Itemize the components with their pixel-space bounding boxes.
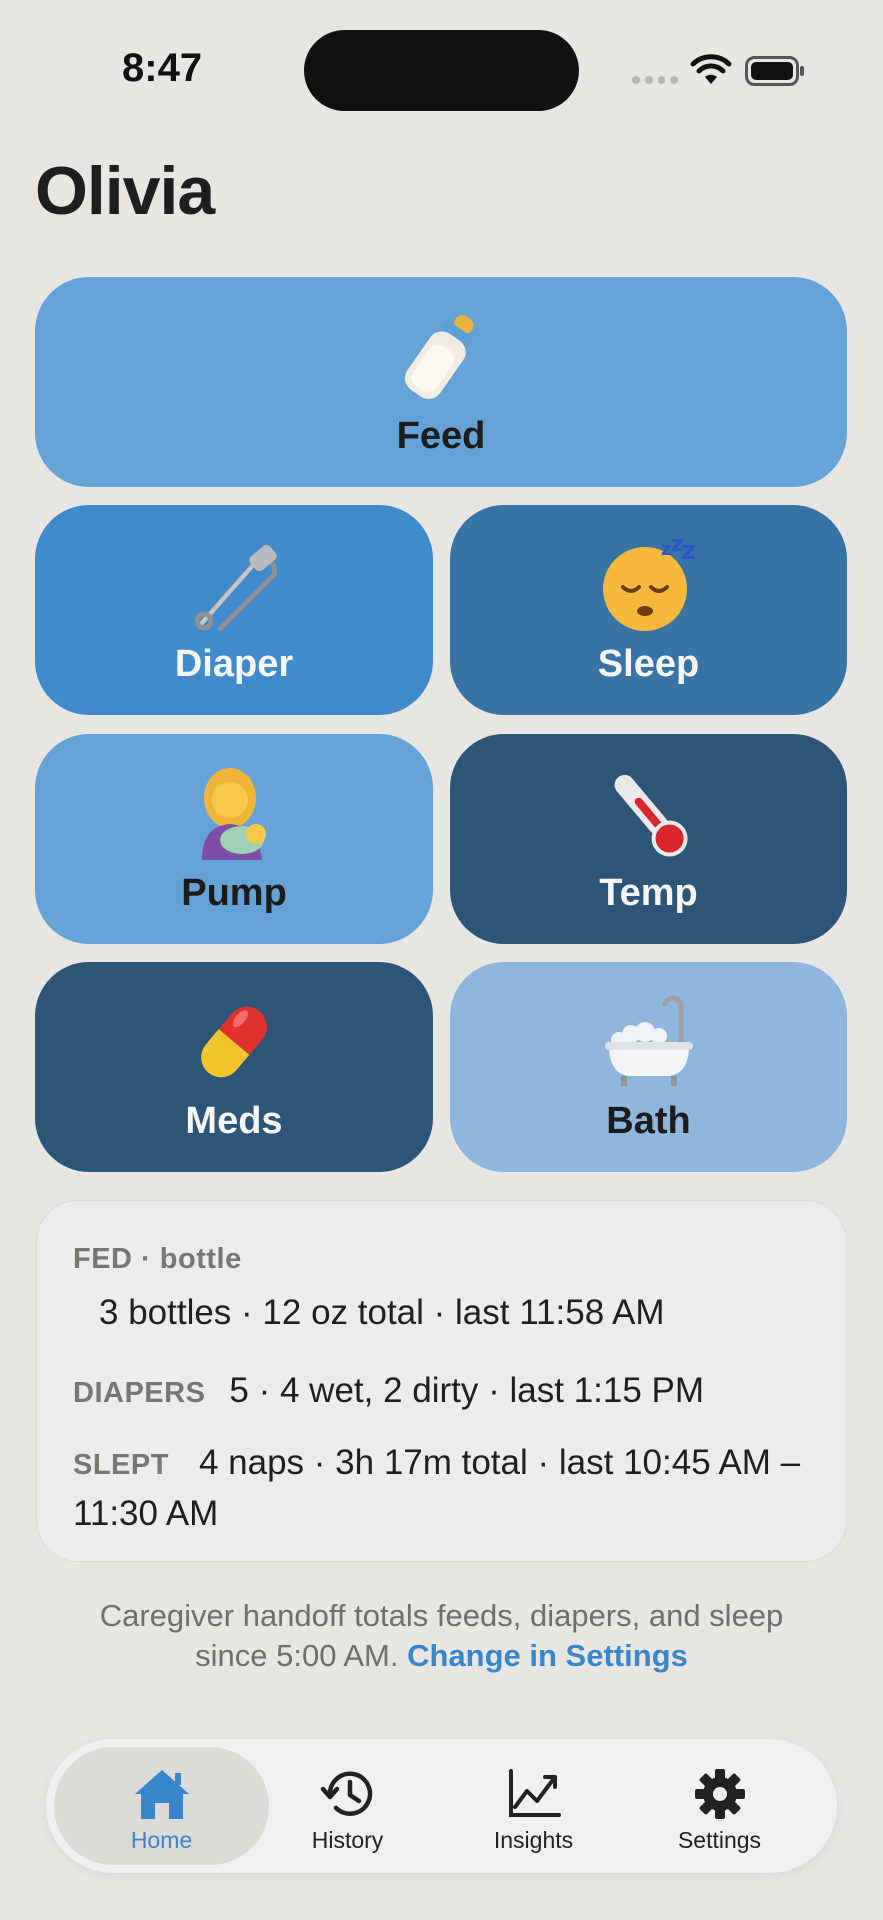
sleep-button[interactable]: z z z Sleep xyxy=(450,505,847,715)
meds-button[interactable]: Meds xyxy=(35,962,433,1172)
tab-history-label: History xyxy=(311,1827,384,1853)
svg-text:z: z xyxy=(661,539,671,560)
sleep-label: Sleep xyxy=(597,643,700,685)
pump-button[interactable]: Pump xyxy=(35,734,433,944)
tab-insights-label: Insights xyxy=(493,1827,574,1853)
tab-home[interactable]: Home xyxy=(54,1747,269,1865)
thermometer-icon xyxy=(614,774,688,857)
pill-icon xyxy=(201,1006,267,1078)
chart-line-icon xyxy=(508,1769,561,1817)
dynamic-island xyxy=(304,30,579,111)
tab-insights[interactable]: Insights xyxy=(426,1747,641,1865)
temp-label: Temp xyxy=(599,872,698,914)
bath-label: Bath xyxy=(606,1100,691,1142)
battery-icon xyxy=(745,56,804,86)
svg-text:z: z xyxy=(681,536,696,566)
fed-caption: FED · bottle xyxy=(73,1243,242,1275)
slept-caption: SLEPT xyxy=(73,1449,169,1481)
wifi-icon xyxy=(690,54,732,84)
slept-value: 4 naps · 3h 17m total · last 10:45 AM – … xyxy=(73,1443,801,1533)
history-clock-icon xyxy=(320,1771,372,1816)
page-title: Olivia xyxy=(35,153,215,229)
diaper-label: Diaper xyxy=(174,643,294,685)
handoff-footnote: Caregiver handoff totals feeds, diapers,… xyxy=(60,1596,823,1676)
baby-bottle-icon xyxy=(404,315,474,400)
meds-label: Meds xyxy=(185,1100,283,1142)
feed-label: Feed xyxy=(396,415,486,457)
feed-button[interactable]: Feed xyxy=(35,277,847,487)
fed-value: 3 bottles · 12 oz total · last 11:58 AM xyxy=(99,1293,665,1332)
house-icon xyxy=(134,1770,189,1819)
slept-row: SLEPT 4 naps · 3h 17m total · last 10:45 … xyxy=(73,1441,833,1543)
status-time: 8:47 xyxy=(122,46,203,90)
gear-icon xyxy=(694,1769,745,1819)
diaper-button[interactable]: Diaper xyxy=(35,505,433,715)
pump-label: Pump xyxy=(181,872,287,914)
tab-bar: Home History Insights Settings xyxy=(46,1739,837,1873)
temp-button[interactable]: Temp xyxy=(450,734,847,944)
diapers-caption: DIAPERS xyxy=(73,1377,206,1409)
diapers-value: 5 · 4 wet, 2 dirty · last 1:15 PM xyxy=(229,1371,705,1410)
cellular-signal-icon xyxy=(632,76,678,86)
tab-home-label: Home xyxy=(130,1827,193,1853)
bathtub-icon xyxy=(604,995,693,1086)
tab-settings-label: Settings xyxy=(677,1827,762,1853)
tab-history[interactable]: History xyxy=(240,1747,455,1865)
breastfeeding-icon xyxy=(202,768,266,860)
safety-pin-icon xyxy=(194,544,278,632)
change-in-settings-link[interactable]: Change in Settings xyxy=(407,1638,688,1673)
handoff-summary-card: FED · bottle 3 bottles · 12 oz total · l… xyxy=(36,1200,847,1562)
bath-button[interactable]: Bath xyxy=(450,962,847,1172)
sleeping-face-icon: z z z xyxy=(602,535,696,631)
diapers-row: DIAPERS 5 · 4 wet, 2 dirty · last 1:15 P… xyxy=(73,1371,704,1411)
tab-settings[interactable]: Settings xyxy=(612,1747,827,1865)
